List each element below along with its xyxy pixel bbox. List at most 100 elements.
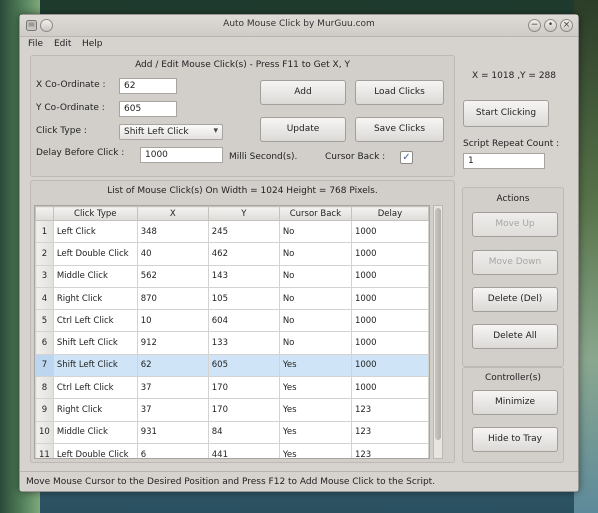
table-row[interactable]: 7 Shift Left Click 62 605 Yes 1000 <box>35 353 429 378</box>
delay-unit-label: Milli Second(s). <box>229 152 298 162</box>
table-row[interactable]: 5 Ctrl Left Click 10 604 No 1000 <box>35 309 429 333</box>
row-number: 5 <box>35 309 54 333</box>
click-type-select[interactable]: Shift Left Click ▾ <box>119 124 223 140</box>
column-header-click-type[interactable]: Click Type <box>52 206 138 221</box>
y-coordinate-input[interactable]: 605 <box>119 101 177 117</box>
x-cell: 10 <box>136 309 209 333</box>
row-number-header <box>35 206 54 221</box>
table-row[interactable]: 11 Left Double Click 6 441 Yes 123 <box>35 442 429 458</box>
column-header-delay[interactable]: Delay <box>350 206 429 221</box>
delete-button[interactable]: Delete (Del) <box>472 287 558 312</box>
y-cell: 462 <box>207 242 280 266</box>
start-clicking-button[interactable]: Start Clicking <box>463 100 549 127</box>
delay-label: Delay Before Click : <box>36 148 125 158</box>
y-cell: 105 <box>207 286 280 311</box>
cursor-back-cell: No <box>278 309 352 333</box>
table-header-row: Click Type X Y Cursor Back Delay <box>35 206 429 221</box>
x-cell: 562 <box>136 264 209 288</box>
cursor-back-cell: Yes <box>278 376 352 400</box>
cursor-back-cell: No <box>278 264 352 288</box>
click-type-cell: Middle Click <box>52 264 138 288</box>
table-row[interactable]: 10 Middle Click 931 84 Yes 123 <box>35 420 429 444</box>
click-type-cell: Ctrl Left Click <box>52 309 138 333</box>
delay-cell: 1000 <box>350 264 429 288</box>
scrollbar-thumb[interactable] <box>435 208 441 440</box>
menu-file[interactable]: File <box>28 39 43 49</box>
menu-bar: File Edit Help <box>20 37 578 53</box>
y-cell: 441 <box>207 442 280 458</box>
y-coordinate-label: Y Co-Ordinate : <box>36 103 105 113</box>
cursor-back-checkbox[interactable]: ✓ <box>400 151 413 164</box>
row-number: 10 <box>35 420 54 444</box>
list-heading: List of Mouse Click(s) On Width = 1024 H… <box>107 186 378 196</box>
move-down-button[interactable]: Move Down <box>472 250 558 275</box>
y-cell: 170 <box>207 376 280 400</box>
controllers-title: Controller(s) <box>485 373 541 383</box>
delay-cell: 1000 <box>350 376 429 400</box>
column-header-x[interactable]: X <box>136 206 209 221</box>
table-row[interactable]: 8 Ctrl Left Click 37 170 Yes 1000 <box>35 376 429 400</box>
move-up-button[interactable]: Move Up <box>472 212 558 237</box>
x-cell: 40 <box>136 242 209 266</box>
window-title: Auto Mouse Click by MurGuu.com <box>223 19 375 29</box>
y-cell: 170 <box>207 398 280 422</box>
table-row[interactable]: 4 Right Click 870 105 No 1000 <box>35 286 429 311</box>
x-coordinate-label: X Co-Ordinate : <box>36 80 106 90</box>
delay-cell: 1000 <box>350 309 429 333</box>
delay-cell: 123 <box>350 398 429 422</box>
chevron-down-icon: ▾ <box>213 126 218 136</box>
row-number: 1 <box>35 219 54 244</box>
table-scrollbar[interactable] <box>433 205 443 459</box>
editor-heading: Add / Edit Mouse Click(s) - Press F11 to… <box>135 60 350 70</box>
menu-help[interactable]: Help <box>82 39 103 49</box>
save-clicks-button[interactable]: Save Clicks <box>355 117 444 142</box>
delay-cell: 1000 <box>350 242 429 266</box>
row-number: 7 <box>35 353 54 378</box>
column-header-y[interactable]: Y <box>207 206 280 221</box>
delete-all-button[interactable]: Delete All <box>472 324 558 349</box>
x-cell: 37 <box>136 376 209 400</box>
cursor-back-cell: Yes <box>278 398 352 422</box>
maximize-window-button[interactable]: • <box>544 19 557 32</box>
y-cell: 84 <box>207 420 280 444</box>
row-number: 3 <box>35 264 54 288</box>
minimize-window-button[interactable]: − <box>528 19 541 32</box>
status-text: Move Mouse Cursor to the Desired Positio… <box>26 477 436 487</box>
cursor-back-cell: No <box>278 331 352 355</box>
update-button[interactable]: Update <box>260 117 346 142</box>
add-button[interactable]: Add <box>260 80 346 105</box>
row-number: 8 <box>35 376 54 400</box>
menu-edit[interactable]: Edit <box>54 39 71 49</box>
table-row[interactable]: 1 Left Click 348 245 No 1000 <box>35 219 429 244</box>
x-cell: 6 <box>136 442 209 458</box>
click-type-cell: Shift Left Click <box>52 353 138 378</box>
table-row[interactable]: 3 Middle Click 562 143 No 1000 <box>35 264 429 288</box>
row-number: 11 <box>35 442 54 458</box>
delay-cell: 123 <box>350 420 429 444</box>
hide-to-tray-button[interactable]: Hide to Tray <box>472 427 558 452</box>
column-header-cursor-back[interactable]: Cursor Back <box>278 206 352 221</box>
close-window-button[interactable]: × <box>560 19 573 32</box>
table-row[interactable]: 6 Shift Left Click 912 133 No 1000 <box>35 331 429 355</box>
row-number: 4 <box>35 286 54 311</box>
title-bar[interactable]: Auto Mouse Click by MurGuu.com − • × <box>20 15 578 37</box>
repeat-count-input[interactable]: 1 <box>463 153 545 169</box>
clicks-table[interactable]: Click Type X Y Cursor Back Delay 1 Left C… <box>34 205 430 459</box>
x-cell: 37 <box>136 398 209 422</box>
y-cell: 605 <box>207 353 280 378</box>
load-clicks-button[interactable]: Load Clicks <box>355 80 444 105</box>
table-row[interactable]: 9 Right Click 37 170 Yes 123 <box>35 398 429 422</box>
actions-panel: Actions Move Up Move Down Delete (Del) D… <box>462 187 564 367</box>
click-type-cell: Right Click <box>52 398 138 422</box>
y-cell: 143 <box>207 264 280 288</box>
row-number: 2 <box>35 242 54 266</box>
x-coordinate-input[interactable]: 62 <box>119 78 177 94</box>
cursor-back-cell: No <box>278 242 352 266</box>
click-type-cell: Left Click <box>52 219 138 244</box>
mouse-coordinates-readout: X = 1018 ,Y = 288 <box>472 71 556 81</box>
delay-input[interactable]: 1000 <box>140 147 223 163</box>
minimize-button[interactable]: Minimize <box>472 390 558 415</box>
table-row[interactable]: 2 Left Double Click 40 462 No 1000 <box>35 242 429 266</box>
delay-cell: 1000 <box>350 353 429 378</box>
y-cell: 245 <box>207 219 280 244</box>
